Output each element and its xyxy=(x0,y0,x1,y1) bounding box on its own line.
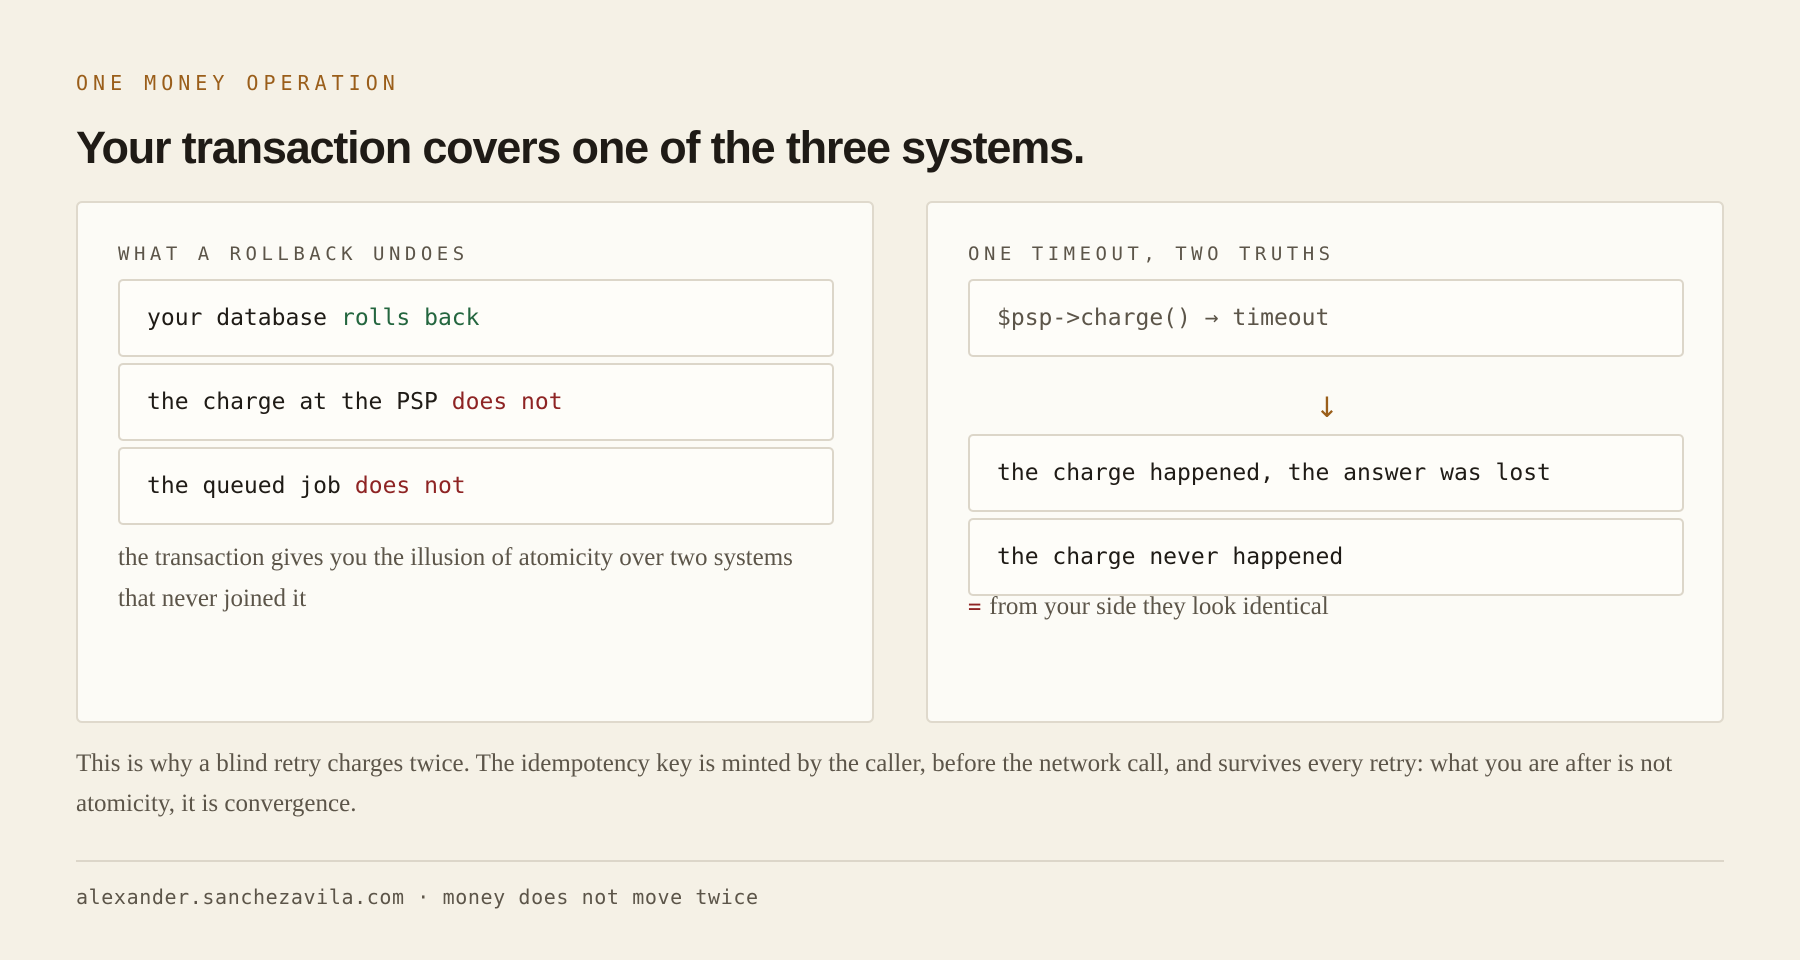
divider xyxy=(76,860,1724,862)
timeout-note: = from your side they look identical xyxy=(968,586,1668,628)
rollback-card: WHAT A ROLLBACK UNDOES your database roll… xyxy=(76,201,874,723)
psp-call-row: $psp->charge() → timeout xyxy=(968,279,1684,357)
outcome-row-never-happened: the charge never happened xyxy=(968,518,1684,596)
rollback-card-title: WHAT A ROLLBACK UNDOES xyxy=(118,243,469,265)
row-verdict: does not xyxy=(354,473,466,499)
page-title: Your transaction covers one of the three… xyxy=(76,122,1085,173)
row-verdict: rolls back xyxy=(341,305,480,331)
timeout-card: ONE TIMEOUT, TWO TRUTHS $psp->charge() →… xyxy=(926,201,1724,723)
rollback-row-psp-charge: the charge at the PSP does not xyxy=(118,363,834,441)
rollback-row-queued-job: the queued job does not xyxy=(118,447,834,525)
timeout-card-title: ONE TIMEOUT, TWO TRUTHS xyxy=(968,243,1335,265)
equals-icon: = xyxy=(968,595,982,620)
eyebrow: ONE MONEY OPERATION xyxy=(76,71,400,95)
cards: WHAT A ROLLBACK UNDOES your database roll… xyxy=(76,201,1724,723)
footer: alexander.sanchezavila.com · money does … xyxy=(76,885,759,909)
arrow-down-icon: ↓ xyxy=(1315,391,1339,424)
rollback-note: the transaction gives you the illusion o… xyxy=(118,544,793,612)
row-verdict: does not xyxy=(451,389,563,415)
outcome-row-lost-answer: the charge happened, the answer was lost xyxy=(968,434,1684,512)
timeout-note-text: from your side they look identical xyxy=(989,593,1329,620)
closing-paragraph: This is why a blind retry charges twice.… xyxy=(76,750,1673,817)
page: ONE MONEY OPERATION Your transaction cov… xyxy=(76,70,1724,909)
row-subject: the charge at the PSP xyxy=(147,389,438,415)
row-subject: the queued job xyxy=(147,473,341,499)
rollback-row-database: your database rolls back xyxy=(118,279,834,357)
row-subject: your database xyxy=(147,305,328,331)
